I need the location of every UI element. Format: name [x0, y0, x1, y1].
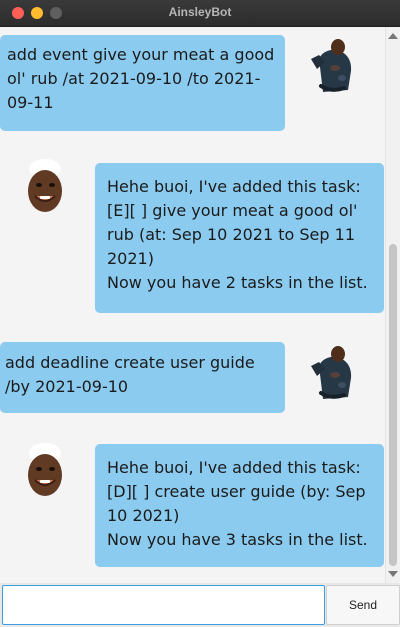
user-avatar-icon [311, 39, 352, 92]
message-input[interactable] [2, 585, 325, 625]
bot-avatar-icon [28, 159, 62, 212]
input-bar: Send [0, 583, 400, 627]
chat-scroll-pane[interactable]: add event give your meat a good ol' rub … [0, 27, 385, 583]
user-avatar-icon [311, 346, 352, 399]
message-bubble: add deadline create user guide /by 2021-… [0, 342, 285, 413]
scroll-down-arrow-icon[interactable] [388, 571, 398, 577]
message-line: [D][ ] create user guide (by: Sep 10 202… [107, 482, 366, 525]
scrollbar-thumb[interactable] [389, 244, 397, 566]
message-bubble: Hehe buoi, I've added this task: [E][ ] … [95, 163, 384, 313]
send-button[interactable]: Send [326, 585, 400, 625]
message-line: [E][ ] give your meat a good ol' rub (at… [107, 201, 358, 268]
message-line: Now you have 3 tasks in the list. [107, 530, 368, 549]
message-bubble: Hehe buoi, I've added this task: [D][ ] … [95, 444, 384, 567]
bot-avatar-icon [28, 443, 62, 496]
message-line: Now you have 2 tasks in the list. [107, 273, 368, 292]
title-bar: AinsleyBot [0, 0, 400, 27]
scroll-up-arrow-icon[interactable] [388, 33, 398, 39]
app-window: AinsleyBot add event give your meat a go… [0, 0, 400, 627]
message-line: Hehe buoi, I've added this task: [107, 177, 361, 196]
message-line: Hehe buoi, I've added this task: [107, 458, 361, 477]
vertical-scrollbar[interactable] [385, 27, 400, 583]
window-title: AinsleyBot [168, 5, 232, 19]
message-bubble: add event give your meat a good ol' rub … [0, 35, 285, 131]
